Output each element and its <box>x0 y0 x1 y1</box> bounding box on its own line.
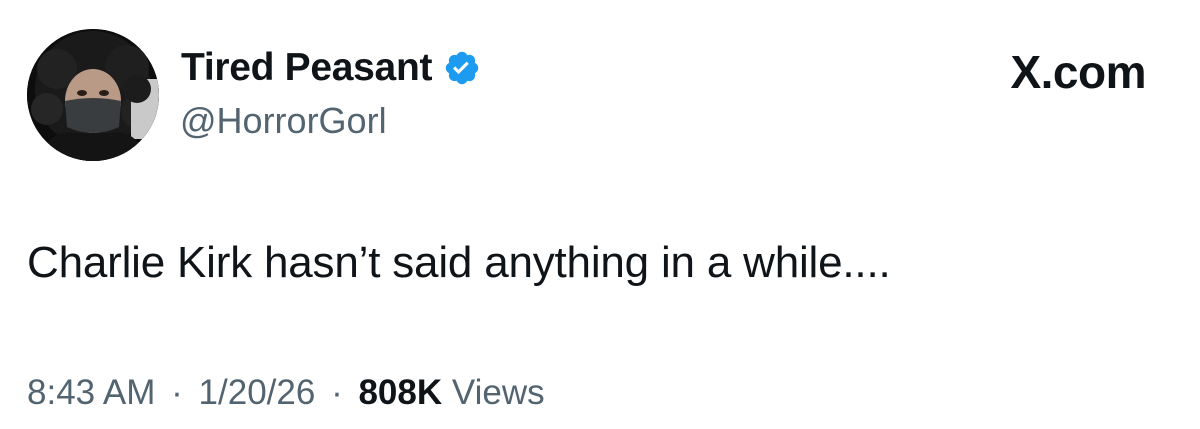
avatar[interactable] <box>27 29 159 161</box>
author-name-row[interactable]: Tired Peasant <box>181 45 481 91</box>
author-handle[interactable]: @HorrorGorl <box>180 100 387 142</box>
display-name[interactable]: Tired Peasant <box>181 46 432 90</box>
tweet-meta: 8:43 AM · 1/20/26 · 808K Views <box>27 373 545 413</box>
meta-separator: · <box>331 373 343 412</box>
tweet-date[interactable]: 1/20/26 <box>199 373 316 412</box>
tweet-text: Charlie Kirk hasn’t said anything in a w… <box>27 238 891 287</box>
meta-separator: · <box>171 373 183 412</box>
avatar-photo <box>27 29 159 161</box>
views-count[interactable]: 808K <box>358 373 442 412</box>
views-label: Views <box>451 373 545 412</box>
tweet-time[interactable]: 8:43 AM <box>27 373 155 412</box>
brand-logo: X.com <box>1010 46 1146 98</box>
verified-badge-icon <box>443 49 481 87</box>
